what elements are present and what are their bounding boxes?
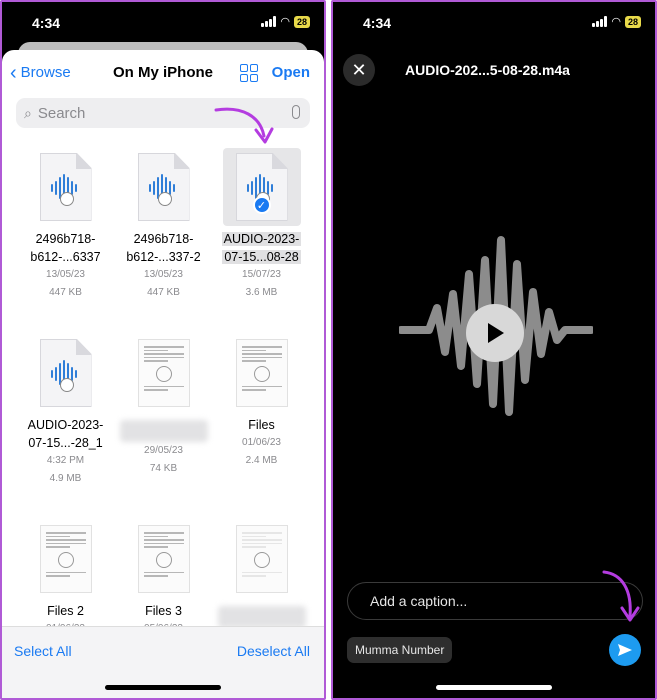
wifi-icon: ◠ [280, 16, 290, 28]
file-thumbnail [125, 334, 203, 412]
file-thumbnail [27, 148, 105, 226]
file-thumbnail [125, 520, 203, 598]
file-size: 447 KB [147, 287, 180, 298]
play-button[interactable] [466, 304, 524, 362]
file-item[interactable]: Files 01/06/23 2.4 MB [214, 334, 309, 520]
file-thumbnail [27, 520, 105, 598]
file-item[interactable]: 2496b718- b612-...6337 13/05/23 447 KB [18, 148, 113, 334]
search-input[interactable]: ⌕ Search [16, 98, 310, 128]
status-bar: 4:34 ◠ 28 [333, 2, 655, 42]
document-file-icon [137, 339, 190, 407]
document-file-icon [39, 525, 92, 593]
file-thumbnail [223, 334, 301, 412]
file-thumbnail [27, 334, 105, 412]
microphone-icon[interactable] [292, 105, 300, 119]
recipient-chip[interactable]: Mumma Number [347, 637, 453, 663]
file-name: 2496b718- b612-...6337 [30, 232, 101, 264]
checkmark-icon: ✓ [252, 196, 271, 214]
audio-preview-screen: 4:34 ◠ 28 ✕ AUDIO-202...5-08-28.m4a Add … [331, 0, 657, 700]
search-icon: ⌕ [24, 104, 32, 121]
blurred-file-name [119, 420, 208, 442]
document-file-icon [235, 525, 288, 593]
file-thumbnail: ✓ [222, 148, 301, 226]
document-file-icon [235, 339, 288, 407]
file-name: Files 2 [47, 604, 84, 618]
battery-icon: 28 [624, 15, 641, 28]
file-name: Files 3 [145, 604, 182, 618]
nav-bar: ‹ Browse On My iPhone Open [2, 50, 324, 96]
search-placeholder: Search [37, 104, 86, 122]
files-picker-screen: 4:34 ◠ 28 ‹ Browse On My iPhone Open ⌕ S… [0, 0, 326, 700]
deselect-all-button[interactable]: Deselect All [237, 643, 310, 659]
file-item[interactable]: ✓ AUDIO-2023- 07-15...08-28 15/07/23 3.6 MB [214, 148, 309, 334]
home-indicator [105, 685, 221, 690]
file-size: 4.9 MB [49, 473, 82, 484]
file-date: 01/06/23 [242, 437, 281, 448]
file-size: 74 KB [149, 463, 178, 474]
status-time: 4:34 [32, 15, 61, 31]
file-item[interactable]: 29/05/23 74 KB [116, 334, 211, 520]
select-all-button[interactable]: Select All [14, 643, 72, 659]
status-time: 4:34 [363, 15, 392, 31]
file-size: 447 KB [49, 287, 82, 298]
open-button[interactable]: Open [272, 64, 310, 81]
file-name: AUDIO-2023- 07-15...08-28 [221, 232, 302, 264]
battery-icon: 28 [293, 15, 310, 28]
file-item[interactable]: 2496b718- b612-...337-2 13/05/23 447 KB [116, 148, 211, 334]
close-button[interactable]: ✕ [343, 54, 375, 86]
signal-icon [592, 16, 608, 27]
file-name: Files [248, 418, 275, 432]
send-icon [618, 644, 632, 656]
audio-file-icon [39, 153, 92, 221]
file-date: 13/05/23 [46, 269, 85, 280]
audio-file-icon [137, 153, 190, 221]
status-bar: 4:34 ◠ 28 [2, 2, 324, 42]
caption-input[interactable]: Add a caption... [347, 582, 643, 620]
bottom-toolbar: Select All Deselect All [2, 626, 324, 698]
blurred-file-name [217, 606, 306, 628]
file-item[interactable]: AUDIO-2023- 07-15...-28_1 4:32 PM 4.9 MB [18, 334, 113, 520]
grid-view-icon[interactable] [240, 64, 258, 82]
file-thumbnail [223, 520, 301, 598]
file-name: AUDIO-2023- 07-15...-28_1 [27, 418, 104, 450]
file-name: 2496b718- b612-...337-2 [126, 232, 201, 264]
file-date: 15/07/23 [242, 269, 281, 280]
document-file-icon [137, 525, 190, 593]
signal-icon [261, 16, 277, 27]
home-indicator [436, 685, 552, 690]
audio-file-icon [39, 339, 92, 407]
file-size: 2.4 MB [245, 455, 278, 466]
file-thumbnail [125, 148, 203, 226]
close-icon: ✕ [351, 59, 367, 80]
file-date: 13/05/23 [144, 269, 183, 280]
files-sheet: ‹ Browse On My iPhone Open ⌕ Search 2496… [2, 50, 324, 698]
file-grid: 2496b718- b612-...6337 13/05/23 447 KB 2496b… [18, 148, 314, 698]
wifi-icon: ◠ [611, 16, 621, 28]
send-button[interactable] [609, 634, 641, 666]
file-date: 29/05/23 [144, 445, 183, 456]
play-icon [488, 323, 504, 343]
file-size: 3.6 MB [245, 287, 278, 298]
file-date: 4:32 PM [46, 455, 85, 466]
file-title: AUDIO-202...5-08-28.m4a [405, 62, 570, 78]
